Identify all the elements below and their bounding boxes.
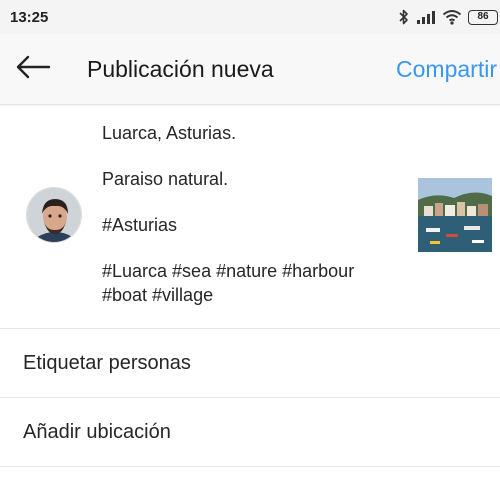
page-title: Publicación nueva (87, 56, 274, 82)
app-bar: Publicación nueva Compartir (0, 34, 500, 105)
post-image-thumbnail[interactable] (418, 178, 492, 252)
caption-line: Luarca, Asturias. (102, 123, 237, 143)
status-icons: 86 (398, 8, 498, 26)
caption-text[interactable]: Luarca, Asturias. Paraiso natural. #Astu… (102, 121, 402, 307)
battery-icon: 86 (468, 9, 498, 25)
divider (0, 466, 500, 467)
back-button[interactable] (8, 46, 58, 92)
add-location-option[interactable]: Añadir ubicación (0, 397, 500, 466)
bluetooth-icon (398, 9, 410, 25)
caption-line: Paraiso natural. (102, 169, 229, 189)
status-bar: 13:25 86 (0, 0, 500, 34)
share-button[interactable]: Compartir (396, 56, 497, 83)
caption-hashtag-line: #Asturias (102, 215, 178, 235)
post-composer: Luarca, Asturias. Paraiso natural. #Astu… (0, 105, 500, 327)
avatar (26, 187, 82, 243)
battery-level: 86 (477, 10, 489, 22)
tag-people-label: Etiquetar personas (23, 352, 191, 374)
signal-icon (416, 10, 436, 24)
wifi-icon (442, 9, 462, 25)
arrow-left-icon (15, 55, 51, 84)
add-location-label: Añadir ubicación (23, 421, 171, 443)
caption-hashtag-line: #boat #village (102, 285, 214, 305)
tag-people-option[interactable]: Etiquetar personas (0, 328, 500, 397)
caption-hashtag-line: #Luarca #sea #nature #harbour (102, 261, 355, 281)
status-time: 13:25 (10, 9, 49, 26)
